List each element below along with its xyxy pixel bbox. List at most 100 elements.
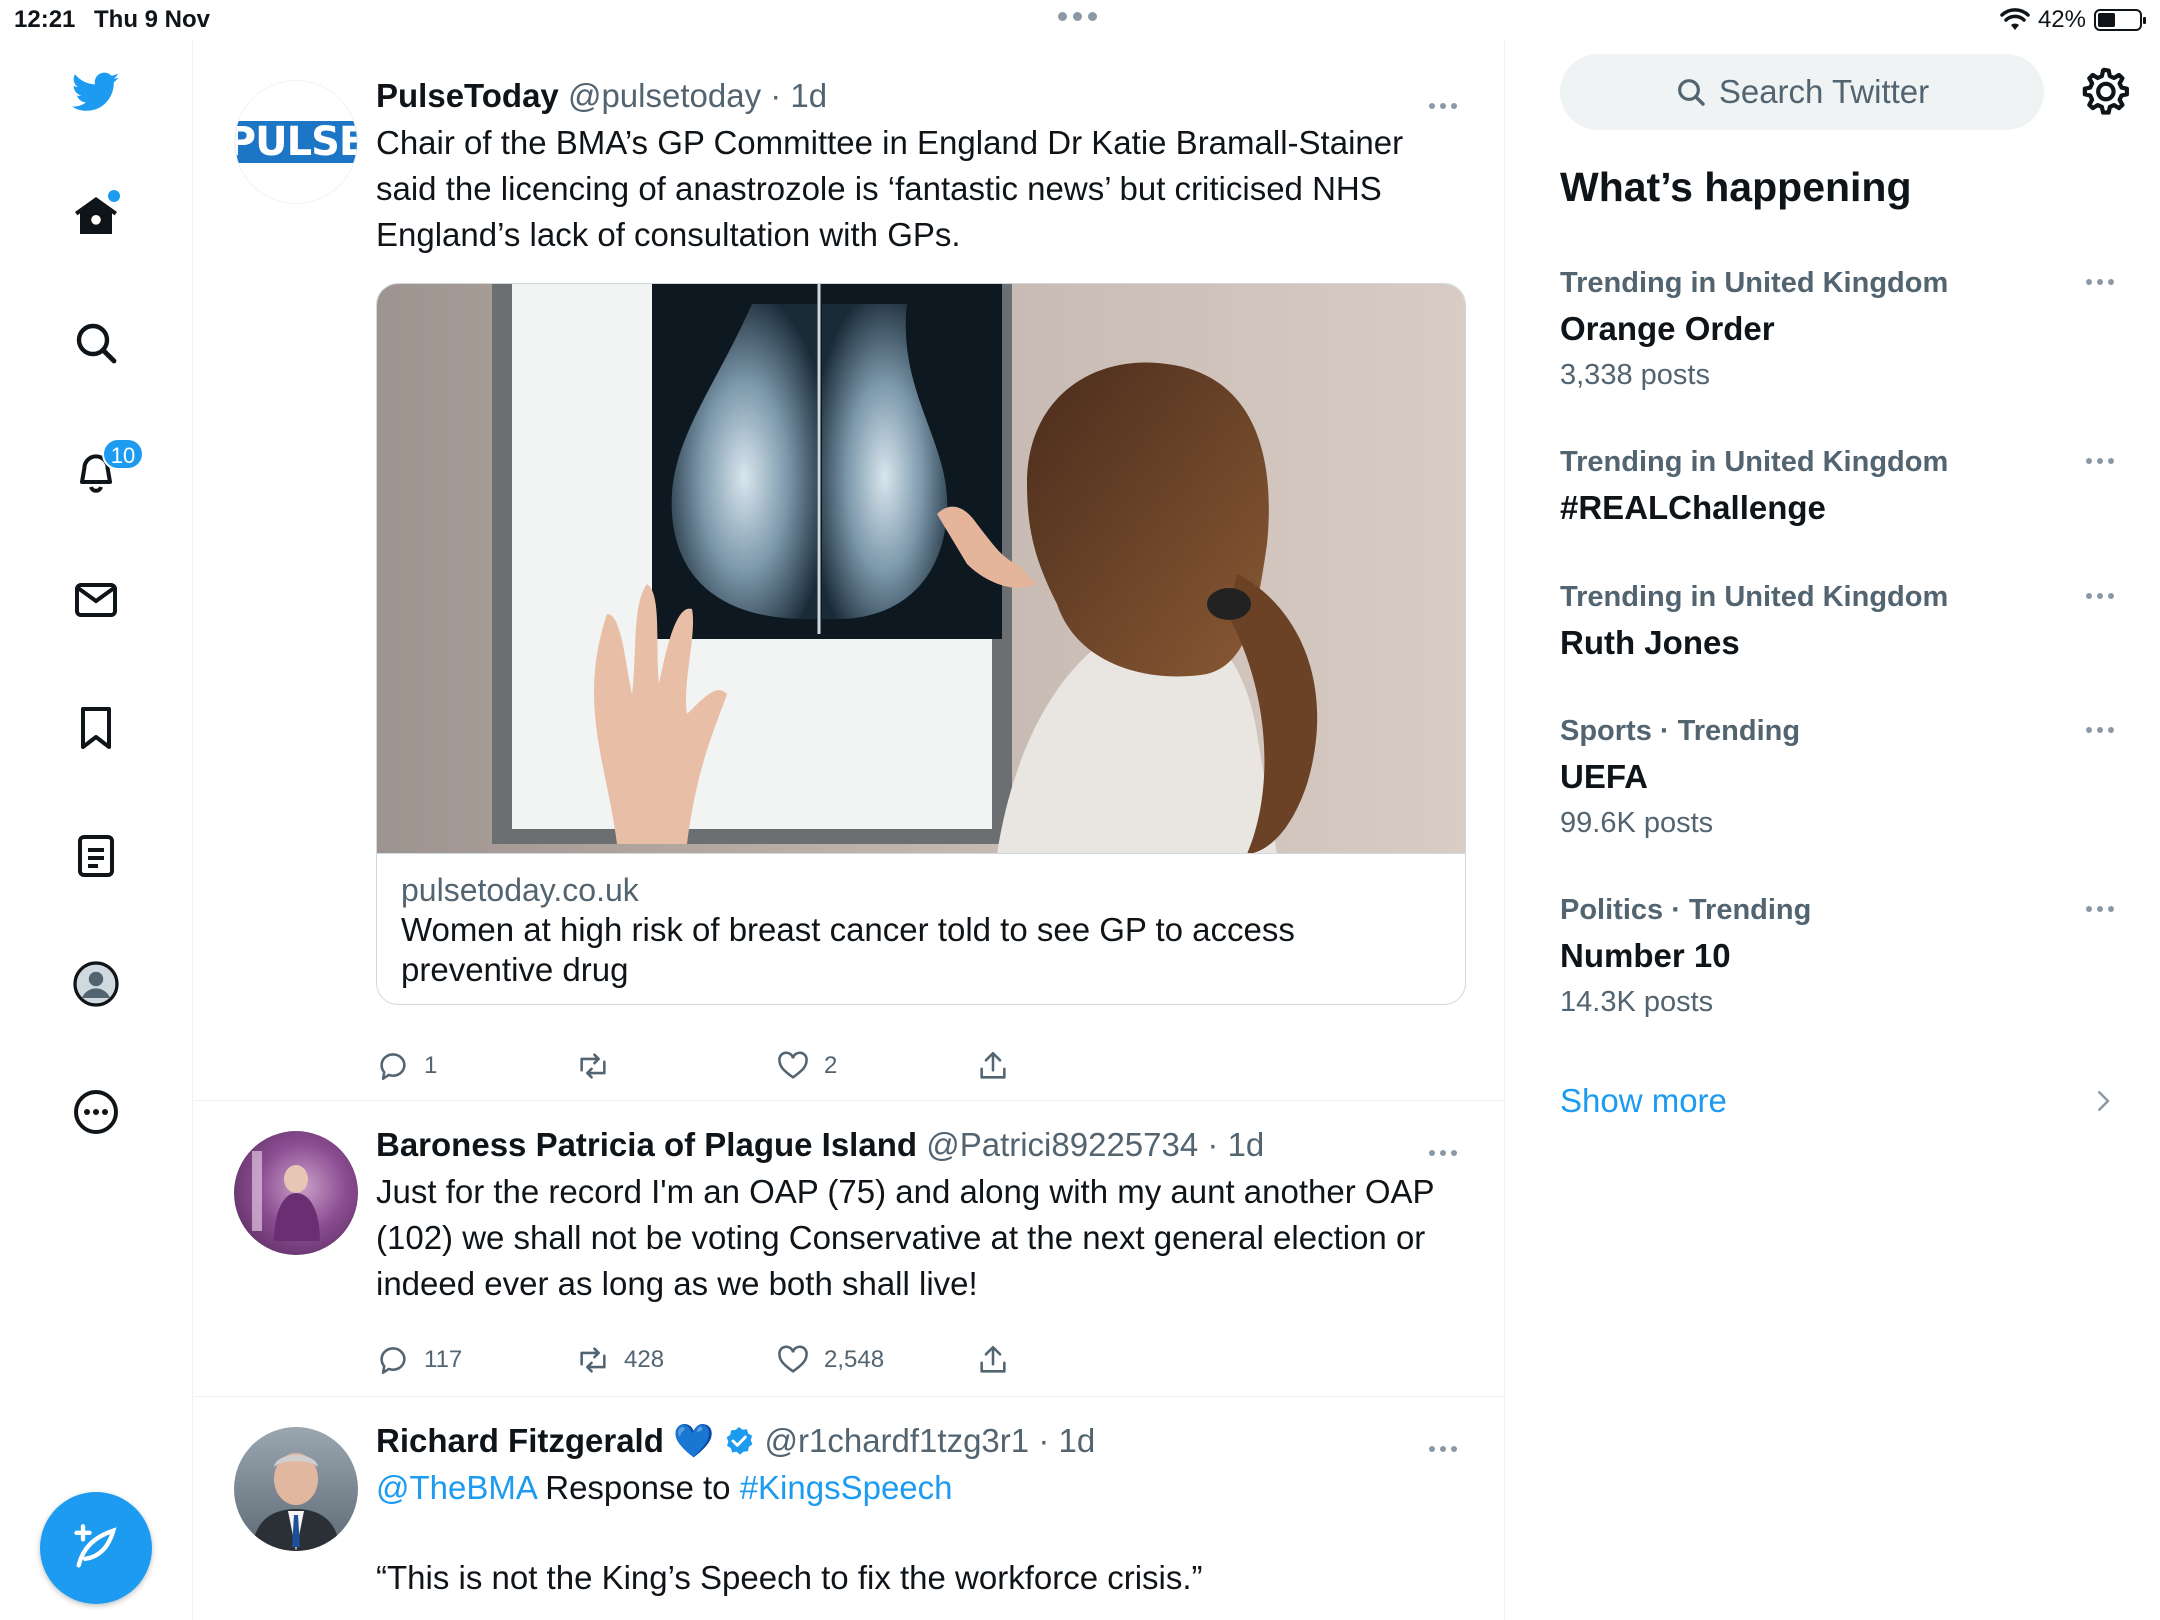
share-button[interactable] (976, 1049, 1176, 1083)
trend-more-icon[interactable] (2080, 451, 2120, 471)
trend-context: Politics · Trending (1560, 894, 1812, 926)
tweet-text-mid: Response to (536, 1469, 740, 1506)
show-more-link[interactable]: Show more (1560, 1082, 1727, 1120)
reply-count: 1 (424, 1052, 438, 1079)
explore-icon[interactable] (66, 313, 126, 373)
tweet-quote-text: “This is not the King’s Speech to fix th… (376, 1559, 1203, 1596)
tweet-body: Baroness Patricia of Plague Island @Patr… (376, 1123, 1465, 1307)
trend-more-icon[interactable] (2080, 720, 2120, 740)
like-count: 2 (824, 1052, 838, 1079)
tweet-more-icon[interactable] (1423, 1143, 1463, 1163)
reply-button[interactable]: 1 (376, 1049, 576, 1083)
wifi-icon (2000, 8, 2030, 30)
separator: · (770, 77, 782, 114)
tweet-time[interactable]: 1d (790, 77, 827, 114)
trend-name: #REALChallenge (1560, 489, 1826, 526)
author-handle[interactable]: @pulsetoday (568, 77, 761, 114)
trend-name: Orange Order (1560, 310, 1775, 347)
avatar[interactable] (234, 1131, 358, 1255)
trend-count: 14.3K posts (1560, 986, 1714, 1018)
compose-button[interactable] (40, 1492, 152, 1604)
retweet-button[interactable] (576, 1049, 776, 1083)
like-count: 2,548 (824, 1346, 885, 1373)
retweet-button[interactable]: 428 (576, 1343, 776, 1377)
like-button[interactable]: 2 (776, 1049, 976, 1083)
tweet[interactable]: Baroness Patricia of Plague Island @Patr… (194, 1101, 1504, 1397)
tweet-time[interactable]: 1d (1058, 1422, 1095, 1459)
settings-gear-icon[interactable] (2076, 64, 2132, 120)
card-meta: pulsetoday.co.uk Women at high risk of b… (377, 854, 1465, 1004)
home-icon[interactable] (66, 186, 126, 246)
trend-context: Sports · Trending (1560, 715, 1801, 747)
timeline[interactable]: PULSE PulseToday @pulsetoday · 1d Chair … (194, 40, 1505, 1620)
tweet-more-icon[interactable] (1423, 1439, 1463, 1459)
retweet-icon (580, 1053, 606, 1079)
avatar[interactable]: PULSE (234, 80, 358, 204)
home-unread-dot (108, 190, 120, 202)
tweet-body: Richard Fitzgerald 💙 @r1chardf1tzg3r1 · … (376, 1419, 1465, 1601)
hashtag-link[interactable]: #KingsSpeech (740, 1469, 953, 1506)
trend-item[interactable]: Sports · Trending UEFA 99.6K posts (1560, 708, 2120, 846)
verified-badge-icon (727, 1427, 753, 1455)
like-button[interactable]: 2,548 (776, 1343, 976, 1377)
author-handle[interactable]: @r1chardf1tzg3r1 (765, 1422, 1030, 1459)
reply-button[interactable]: 117 (376, 1343, 576, 1377)
author-name[interactable]: PulseToday (376, 77, 559, 114)
trend-count: 3,338 posts (1560, 359, 1710, 391)
multitasking-handle[interactable] (1058, 12, 1108, 28)
retweet-icon (580, 1347, 606, 1373)
reply-count: 117 (424, 1346, 463, 1373)
trend-more-icon[interactable] (2080, 586, 2120, 606)
tweet[interactable]: PULSE PulseToday @pulsetoday · 1d Chair … (194, 40, 1504, 1101)
card-domain: pulsetoday.co.uk (401, 872, 639, 908)
tweet-actions: 1 2 (376, 1046, 1176, 1086)
tweet-actions: 117 428 2,548 (376, 1340, 1176, 1380)
tweet-text: @TheBMA Response to #KingsSpeech (376, 1465, 1465, 1511)
tweet-text: Chair of the BMA’s GP Committee in Engla… (376, 124, 1404, 253)
author-name[interactable]: Richard Fitzgerald (376, 1422, 664, 1459)
bookmarks-icon[interactable] (66, 698, 126, 758)
card-title: Women at high risk of breast cancer told… (401, 911, 1295, 988)
trend-context: Trending in United Kingdom (1560, 267, 1949, 299)
trend-more-icon[interactable] (2080, 272, 2120, 292)
trend-name: Number 10 (1560, 937, 1731, 974)
compose-icon (74, 1524, 117, 1568)
heart-icon (778, 1051, 808, 1079)
profile-icon[interactable] (66, 954, 126, 1014)
status-right: 42% (2000, 6, 2146, 34)
author-handle[interactable]: @Patrici89225734 (926, 1126, 1198, 1163)
share-button[interactable] (976, 1343, 1176, 1377)
author-name[interactable]: Baroness Patricia of Plague Island (376, 1126, 917, 1163)
tweet-time[interactable]: 1d (1228, 1126, 1265, 1163)
mention-link[interactable]: @TheBMA (376, 1469, 536, 1506)
share-icon (980, 1345, 1006, 1373)
notifications-icon[interactable]: 10 (66, 438, 144, 502)
status-time: 12:21 (14, 6, 76, 33)
avatar[interactable] (234, 1427, 358, 1551)
link-card[interactable]: pulsetoday.co.uk Women at high risk of b… (376, 283, 1466, 1005)
messages-icon[interactable] (66, 570, 126, 630)
tweet-more-icon[interactable] (1423, 96, 1463, 116)
tweet-body: PulseToday @pulsetoday · 1d Chair of the… (376, 74, 1465, 258)
blue-heart-emoji: 💙 (673, 1422, 715, 1459)
tweet[interactable]: Richard Fitzgerald 💙 @r1chardf1tzg3r1 · … (194, 1397, 1504, 1620)
retweet-count: 428 (624, 1346, 665, 1373)
share-icon (980, 1051, 1006, 1079)
trend-more-icon[interactable] (2080, 899, 2120, 919)
search-placeholder: Search Twitter (1718, 73, 1930, 110)
trend-item[interactable]: Trending in United Kingdom Orange Order … (1560, 260, 2120, 398)
search-icon (1677, 79, 1705, 106)
tweet-header: PulseToday @pulsetoday · 1d (376, 74, 1465, 118)
notifications-badge: 10 (102, 438, 144, 470)
trend-count: 99.6K posts (1560, 807, 1714, 839)
search-input[interactable]: Search Twitter (1560, 54, 2044, 130)
trend-item[interactable]: Trending in United Kingdom Ruth Jones (1560, 574, 2120, 666)
trend-item[interactable]: Politics · Trending Number 10 14.3K post… (1560, 887, 2120, 1025)
trend-item[interactable]: Trending in United Kingdom #REALChalleng… (1560, 439, 2120, 531)
battery-icon (2094, 9, 2146, 31)
more-icon[interactable] (66, 1082, 126, 1142)
lists-icon[interactable] (66, 826, 126, 886)
reply-icon (380, 1347, 406, 1375)
twitter-logo-icon[interactable] (66, 62, 126, 122)
trend-name: Ruth Jones (1560, 624, 1740, 661)
